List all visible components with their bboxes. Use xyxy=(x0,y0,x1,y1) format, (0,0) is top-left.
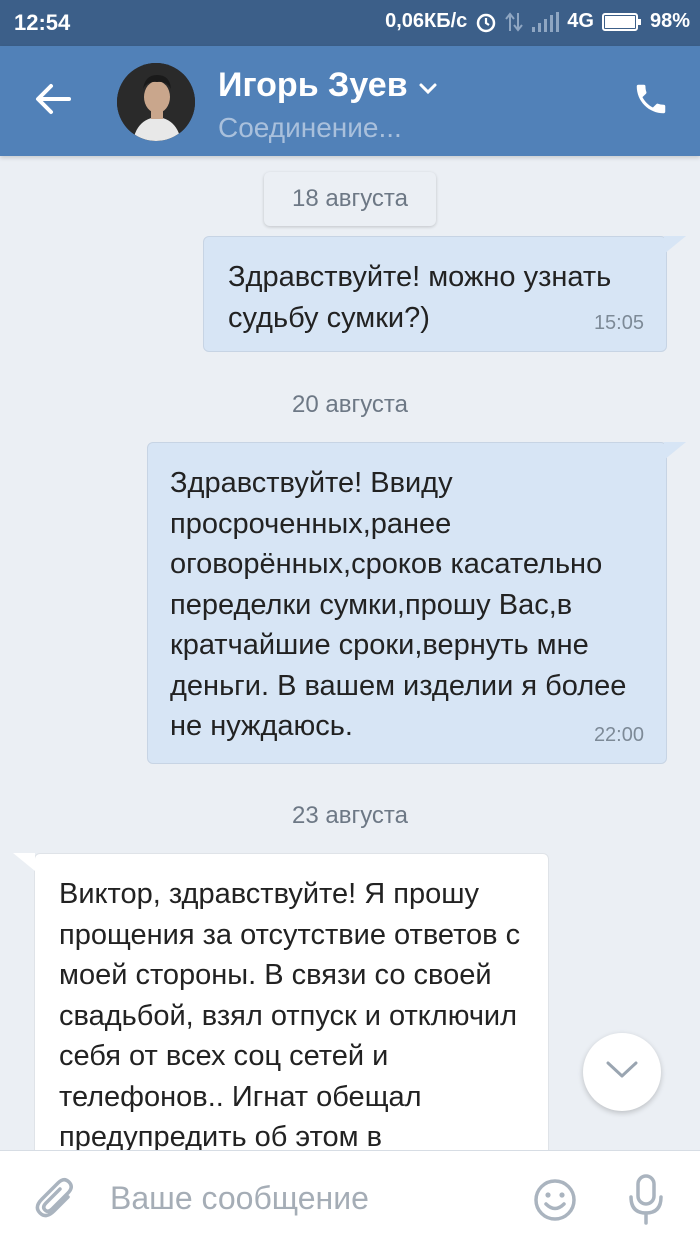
network-type: 4G xyxy=(567,10,594,32)
contact-status: Соединение... xyxy=(218,112,402,143)
battery-icon xyxy=(601,12,642,32)
chevron-down-icon xyxy=(418,66,438,105)
battery-level: 98% xyxy=(649,10,690,32)
date-separator: 20 августа xyxy=(291,391,408,418)
message-text: Здравствуйте! можно узнать судьбу сумки?… xyxy=(228,261,612,334)
date-separator: 18 августа xyxy=(264,172,436,226)
incoming-message[interactable]: Виктор, здравствуйте! Я прошу прощения з… xyxy=(34,853,549,1193)
alarm-icon xyxy=(475,11,497,33)
date-separator: 23 августа xyxy=(291,802,408,829)
outgoing-message[interactable]: Здравствуйте! можно узнать судьбу сумки?… xyxy=(203,236,667,352)
data-transfer-icon xyxy=(505,11,524,33)
bubble-tail xyxy=(664,442,686,460)
message-text: Виктор, здравствуйте! Я прошу прощения з… xyxy=(59,878,521,1153)
avatar[interactable] xyxy=(117,63,195,141)
message-composer xyxy=(0,1150,700,1244)
smiley-icon xyxy=(532,1179,578,1227)
back-button[interactable] xyxy=(28,76,78,126)
message-input[interactable] xyxy=(110,1169,510,1227)
status-bar: 12:54 0,06КБ/с 4G 98% xyxy=(0,0,700,46)
call-button[interactable] xyxy=(628,78,674,124)
status-indicators: 0,06КБ/с 4G 98% xyxy=(385,10,690,33)
network-speed: 0,06КБ/с xyxy=(385,10,468,32)
status-time: 12:54 xyxy=(14,10,71,35)
contact-name-button[interactable]: Игорь Зуев xyxy=(218,66,438,105)
phone-icon xyxy=(632,80,670,123)
paperclip-icon xyxy=(32,1178,80,1227)
scroll-down-button[interactable] xyxy=(583,1033,661,1111)
bubble-tail xyxy=(664,236,686,254)
arrow-left-icon xyxy=(33,81,73,122)
chat-header: Игорь Зуев Соединение... xyxy=(0,46,700,156)
chevron-down-icon xyxy=(605,1060,639,1085)
message-text: Здравствуйте! Ввиду просроченных,ранее о… xyxy=(170,467,627,742)
voice-message-button[interactable] xyxy=(626,1173,666,1227)
message-time: 15:05 xyxy=(593,312,644,334)
bubble-tail xyxy=(13,853,35,871)
message-time: 22:00 xyxy=(593,724,644,746)
emoji-button[interactable] xyxy=(532,1177,578,1223)
signal-icon xyxy=(531,11,560,33)
outgoing-message[interactable]: Здравствуйте! Ввиду просроченных,ранее о… xyxy=(147,442,667,764)
attach-button[interactable] xyxy=(32,1175,80,1223)
microphone-icon xyxy=(626,1174,666,1231)
contact-name: Игорь Зуев xyxy=(218,66,408,104)
